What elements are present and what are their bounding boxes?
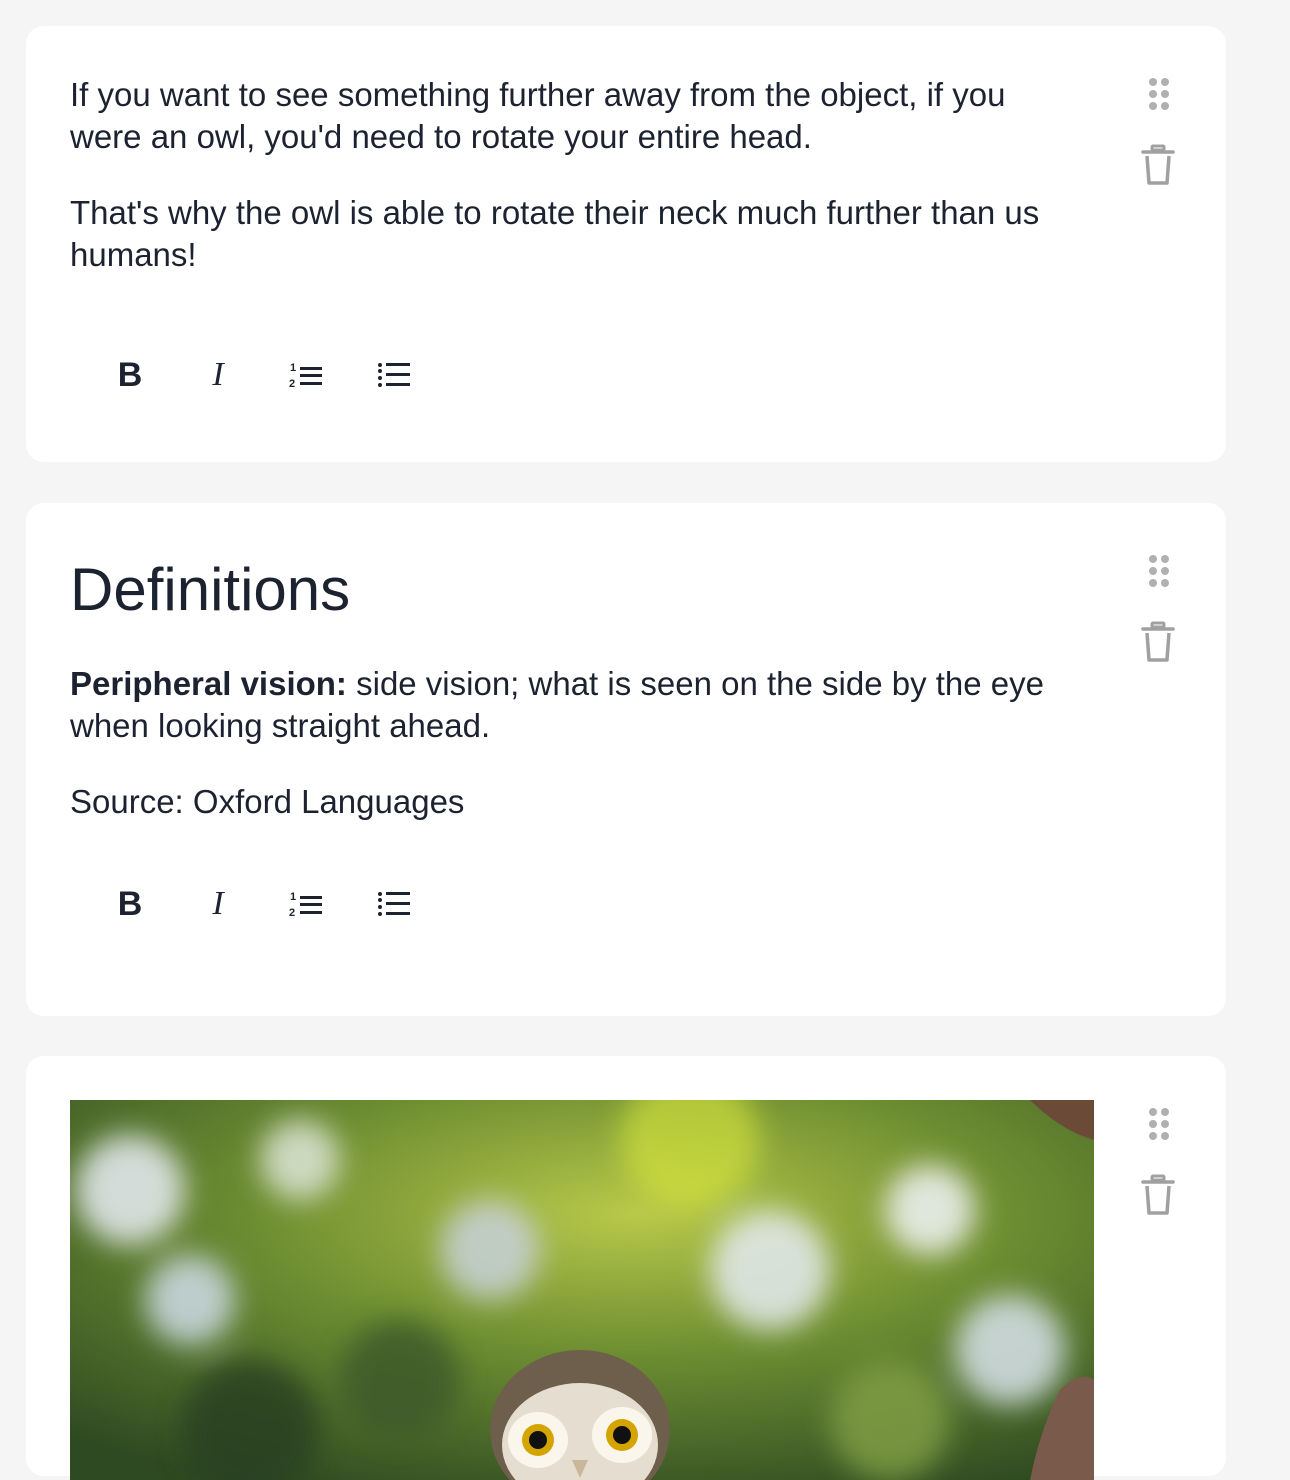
block-actions [1140, 551, 1176, 663]
svg-text:2: 2 [289, 378, 295, 390]
trash-icon[interactable] [1140, 1174, 1176, 1216]
unordered-list-icon [378, 892, 410, 916]
paragraph: That's why the owl is able to rotate the… [70, 194, 1040, 273]
unordered-list-icon [378, 363, 410, 387]
ordered-list-icon: 1 2 [289, 891, 322, 919]
source-text: Source: Oxford Languages [70, 783, 465, 820]
text-block-card: If you want to see something further awa… [26, 26, 1226, 462]
trash-icon[interactable] [1140, 621, 1176, 663]
definition-paragraph: Peripheral vision: side vision; what is … [70, 663, 1080, 747]
svg-text:2: 2 [289, 907, 295, 919]
paragraph: If you want to see something further awa… [70, 76, 1006, 155]
image-block-card [26, 1056, 1226, 1480]
drag-handle-icon[interactable] [1140, 1104, 1176, 1144]
ordered-list-icon: 1 2 [289, 362, 322, 390]
section-heading: Definitions [70, 556, 351, 623]
rich-text-editor[interactable]: If you want to see something further awa… [70, 74, 1080, 276]
drag-handle-icon[interactable] [1140, 551, 1176, 591]
owl-image[interactable] [70, 1100, 1094, 1480]
ordered-list-button[interactable]: 1 2 [262, 881, 350, 927]
bold-button[interactable]: B [86, 352, 174, 398]
rich-text-editor[interactable]: Peripheral vision: side vision; what is … [70, 663, 1080, 823]
definition-term: Peripheral vision: [70, 665, 347, 702]
owl-photo-illustration [70, 1100, 1094, 1480]
formatting-toolbar: B I 1 2 [86, 352, 438, 398]
svg-text:1: 1 [290, 362, 296, 374]
italic-button[interactable]: I [174, 881, 262, 927]
block-actions [1140, 74, 1176, 186]
ordered-list-button[interactable]: 1 2 [262, 352, 350, 398]
bold-button[interactable]: B [86, 881, 174, 927]
unordered-list-button[interactable] [350, 352, 438, 398]
trash-icon[interactable] [1140, 144, 1176, 186]
svg-text:1: 1 [290, 891, 296, 903]
unordered-list-button[interactable] [350, 881, 438, 927]
block-actions [1140, 1104, 1176, 1216]
formatting-toolbar: B I 1 2 [86, 881, 438, 927]
italic-button[interactable]: I [174, 352, 262, 398]
drag-handle-icon[interactable] [1140, 74, 1176, 114]
text-block-card: Definitions Peripheral vision: side visi… [26, 503, 1226, 1016]
